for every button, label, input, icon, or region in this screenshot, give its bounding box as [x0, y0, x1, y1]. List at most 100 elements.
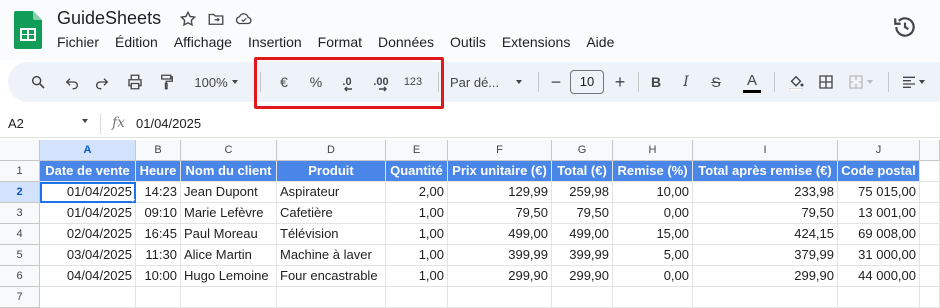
- cell[interactable]: Four encastrable: [277, 266, 386, 287]
- menu-extensions[interactable]: Extensions: [502, 34, 570, 50]
- cell[interactable]: 79,50: [448, 203, 552, 224]
- cell[interactable]: [448, 287, 552, 308]
- header-cell[interactable]: Heure: [136, 161, 181, 182]
- header-cell[interactable]: Total (€): [552, 161, 613, 182]
- column-header[interactable]: F: [448, 140, 552, 161]
- cell[interactable]: 0,00: [613, 266, 693, 287]
- text-color-button[interactable]: A: [740, 62, 764, 102]
- column-header[interactable]: G: [552, 140, 613, 161]
- row-header[interactable]: 4: [0, 224, 40, 245]
- formula-input[interactable]: 01/04/2025: [136, 116, 201, 131]
- cell[interactable]: [40, 287, 136, 308]
- print-icon[interactable]: [122, 62, 148, 102]
- menu-outils[interactable]: Outils: [450, 34, 486, 50]
- merge-cells-icon[interactable]: [844, 62, 878, 102]
- cell[interactable]: 299,90: [552, 266, 613, 287]
- cell[interactable]: 01/04/2025: [40, 203, 136, 224]
- cell[interactable]: 13 001,00: [838, 203, 920, 224]
- menu-edition[interactable]: Édition: [115, 34, 158, 50]
- row-header[interactable]: 2: [0, 182, 40, 203]
- header-cell[interactable]: Prix unitaire (€): [448, 161, 552, 182]
- cell[interactable]: 03/04/2025: [40, 245, 136, 266]
- borders-icon[interactable]: [814, 62, 838, 102]
- header-cell[interactable]: Date de vente: [40, 161, 136, 182]
- menu-insertion[interactable]: Insertion: [248, 34, 302, 50]
- header-cell[interactable]: Produit: [277, 161, 386, 182]
- cell[interactable]: 424,15: [693, 224, 838, 245]
- star-icon[interactable]: [178, 9, 198, 29]
- cell[interactable]: 1,00: [386, 266, 448, 287]
- cell[interactable]: 01/04/2025: [40, 182, 136, 203]
- cell[interactable]: [838, 287, 920, 308]
- cell[interactable]: 79,50: [552, 203, 613, 224]
- bold-button[interactable]: B: [646, 62, 666, 102]
- cell[interactable]: 10,00: [613, 182, 693, 203]
- redo-icon[interactable]: [90, 62, 114, 102]
- cell[interactable]: 02/04/2025: [40, 224, 136, 245]
- column-header[interactable]: C: [181, 140, 277, 161]
- column-header[interactable]: A: [40, 140, 136, 161]
- cell[interactable]: 259,98: [552, 182, 613, 203]
- cell[interactable]: 69 008,00: [838, 224, 920, 245]
- cell[interactable]: 15,00: [613, 224, 693, 245]
- header-cell[interactable]: Quantité: [386, 161, 448, 182]
- cell[interactable]: 09:10: [136, 203, 181, 224]
- cell[interactable]: Paul Moreau: [181, 224, 277, 245]
- font-size-input[interactable]: 10: [570, 62, 604, 102]
- menu-format[interactable]: Format: [318, 34, 362, 50]
- row-header[interactable]: 1: [0, 161, 40, 182]
- move-folder-icon[interactable]: [206, 9, 226, 29]
- cell[interactable]: 1,00: [386, 203, 448, 224]
- decrease-font-size-button[interactable]: −: [546, 62, 566, 102]
- header-cell[interactable]: Total après remise (€): [693, 161, 838, 182]
- fill-color-icon[interactable]: [784, 62, 808, 102]
- italic-button[interactable]: I: [676, 62, 696, 102]
- menu-donnees[interactable]: Données: [378, 34, 434, 50]
- version-history-icon[interactable]: [892, 14, 918, 40]
- column-header[interactable]: E: [386, 140, 448, 161]
- column-header[interactable]: H: [613, 140, 693, 161]
- cell[interactable]: 499,00: [448, 224, 552, 245]
- cloud-status-icon[interactable]: [234, 9, 254, 29]
- cell[interactable]: Alice Martin: [181, 245, 277, 266]
- sheets-logo-icon[interactable]: [14, 11, 42, 49]
- font-family-select[interactable]: Par dé...: [446, 62, 528, 102]
- header-cell[interactable]: Remise (%): [613, 161, 693, 182]
- cell[interactable]: 379,99: [693, 245, 838, 266]
- row-header[interactable]: 7: [0, 287, 40, 308]
- cell[interactable]: Machine à laver: [277, 245, 386, 266]
- cell[interactable]: Aspirateur: [277, 182, 386, 203]
- cell[interactable]: 11:30: [136, 245, 181, 266]
- document-title[interactable]: GuideSheets: [57, 8, 161, 29]
- cell[interactable]: 5,00: [613, 245, 693, 266]
- cell[interactable]: 233,98: [693, 182, 838, 203]
- cell[interactable]: Jean Dupont: [181, 182, 277, 203]
- cell[interactable]: 16:45: [136, 224, 181, 245]
- cell[interactable]: 1,00: [386, 245, 448, 266]
- cell[interactable]: 129,99: [448, 182, 552, 203]
- cell[interactable]: Marie Lefèvre: [181, 203, 277, 224]
- cell[interactable]: Cafetière: [277, 203, 386, 224]
- horizontal-align-icon[interactable]: [896, 62, 932, 102]
- row-header[interactable]: 5: [0, 245, 40, 266]
- cell[interactable]: [181, 287, 277, 308]
- row-header[interactable]: 6: [0, 266, 40, 287]
- menu-aide[interactable]: Aide: [586, 34, 614, 50]
- cell[interactable]: 399,99: [448, 245, 552, 266]
- cell[interactable]: 499,00: [552, 224, 613, 245]
- cell[interactable]: 299,90: [448, 266, 552, 287]
- cell[interactable]: [277, 287, 386, 308]
- zoom-select[interactable]: 100%: [186, 62, 250, 102]
- cell[interactable]: 44 000,00: [838, 266, 920, 287]
- cell[interactable]: [136, 287, 181, 308]
- cell[interactable]: Télévision: [277, 224, 386, 245]
- cell[interactable]: 75 015,00: [838, 182, 920, 203]
- cell[interactable]: Hugo Lemoine: [181, 266, 277, 287]
- strikethrough-button[interactable]: S: [706, 62, 726, 102]
- header-cell[interactable]: Nom du client: [181, 161, 277, 182]
- column-header[interactable]: J: [838, 140, 920, 161]
- paint-format-icon[interactable]: [154, 62, 180, 102]
- cell[interactable]: 14:23: [136, 182, 181, 203]
- column-header[interactable]: B: [136, 140, 181, 161]
- cell[interactable]: 1,00: [386, 224, 448, 245]
